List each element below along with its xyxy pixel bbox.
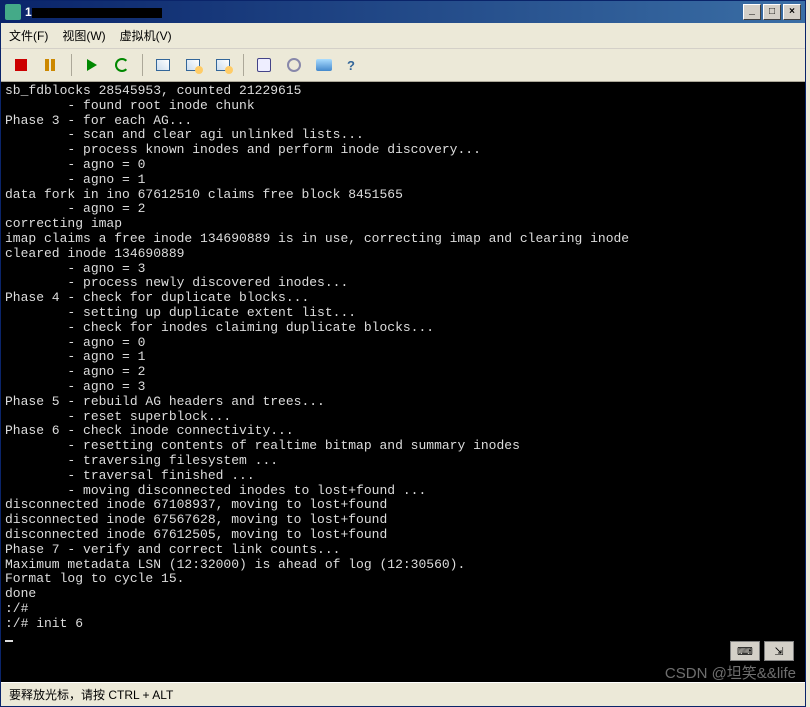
- network-icon: [316, 59, 332, 71]
- menu-vm[interactable]: 虚拟机(V): [120, 27, 172, 44]
- cd-icon: [287, 58, 301, 72]
- refresh-icon: [115, 58, 129, 72]
- help-icon: ?: [347, 58, 361, 72]
- app-icon: [5, 4, 21, 20]
- stop-icon: [15, 59, 27, 71]
- toolbar: ?: [1, 49, 805, 82]
- statusbar: 要释放光标，请按 CTRL + ALT: [1, 682, 805, 706]
- floppy-button[interactable]: [252, 53, 276, 77]
- network-button[interactable]: [312, 53, 336, 77]
- separator: [243, 54, 244, 76]
- cd-button[interactable]: [282, 53, 306, 77]
- status-text: 要释放光标，请按 CTRL + ALT: [9, 688, 173, 702]
- help-button[interactable]: ?: [342, 53, 366, 77]
- menu-view[interactable]: 视图(W): [62, 27, 105, 44]
- maximize-button[interactable]: □: [763, 4, 781, 20]
- snapshot-icon: [156, 59, 170, 71]
- pause-button[interactable]: [39, 53, 63, 77]
- titlebar-left: 1: [5, 4, 162, 20]
- titlebar[interactable]: 1 _ □ ×: [1, 1, 805, 23]
- vm-console-window: 1 _ □ × 文件(F) 视图(W) 虚拟机(V) ? sb_fdblocks…: [0, 0, 806, 707]
- pause-icon: [45, 59, 57, 71]
- terminal-lines: sb_fdblocks 28545953, counted 21229615 -…: [5, 84, 801, 631]
- menu-file[interactable]: 文件(F): [9, 27, 48, 44]
- separator: [71, 54, 72, 76]
- refresh-button[interactable]: [110, 53, 134, 77]
- cursor: [5, 640, 13, 642]
- minimize-button[interactable]: _: [743, 4, 761, 20]
- keyboard-button[interactable]: ⌨: [730, 641, 760, 661]
- corner-controls: ⌨ ⇲: [730, 641, 794, 661]
- play-icon: [87, 59, 97, 71]
- window-controls: _ □ ×: [743, 4, 801, 20]
- floppy-icon: [257, 58, 271, 72]
- fullscreen-button[interactable]: ⇲: [764, 641, 794, 661]
- revert-button[interactable]: [181, 53, 205, 77]
- snapshot-button[interactable]: [151, 53, 175, 77]
- revert-icon: [186, 59, 200, 71]
- close-button[interactable]: ×: [783, 4, 801, 20]
- manage-icon: [216, 59, 230, 71]
- manage-snapshot-button[interactable]: [211, 53, 235, 77]
- stop-button[interactable]: [9, 53, 33, 77]
- terminal-output[interactable]: sb_fdblocks 28545953, counted 21229615 -…: [1, 82, 805, 682]
- window-title: 1: [25, 5, 162, 19]
- separator: [142, 54, 143, 76]
- play-button[interactable]: [80, 53, 104, 77]
- menubar: 文件(F) 视图(W) 虚拟机(V): [1, 23, 805, 49]
